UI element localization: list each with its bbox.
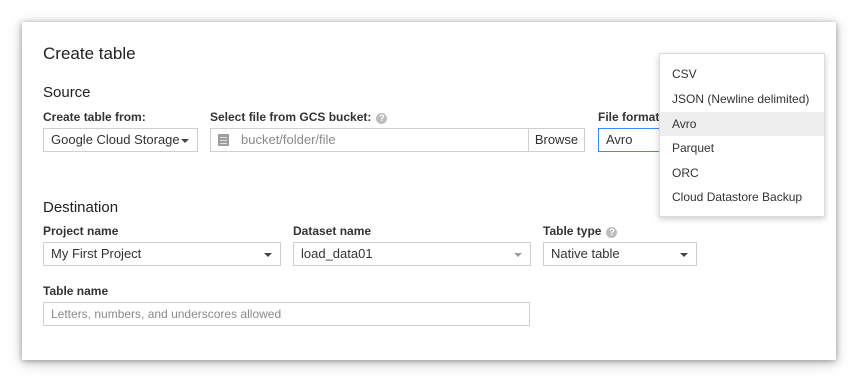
project-name-label: Project name: [43, 224, 119, 238]
menu-item-json[interactable]: JSON (Newline delimited): [660, 87, 824, 111]
gcs-path-input[interactable]: bucket/folder/file Browse: [210, 128, 585, 152]
chevron-down-icon: [680, 253, 688, 257]
menu-item-csv[interactable]: CSV: [660, 62, 824, 86]
chevron-down-icon: [264, 253, 272, 257]
file-format-menu: CSV JSON (Newline delimited) Avro Parque…: [659, 53, 825, 217]
gcs-label: Select file from GCS bucket:?: [210, 110, 388, 124]
menu-item-avro[interactable]: Avro: [660, 112, 824, 136]
table-name-input[interactable]: Letters, numbers, and underscores allowe…: [43, 302, 530, 326]
chevron-down-icon: [514, 253, 522, 257]
create-from-label: Create table from:: [43, 110, 146, 124]
menu-item-parquet[interactable]: Parquet: [660, 136, 824, 160]
menu-item-orc[interactable]: ORC: [660, 161, 824, 185]
table-type-select[interactable]: Native table: [543, 242, 697, 266]
chevron-down-icon: [181, 139, 189, 143]
gcs-path-placeholder: bucket/folder/file: [241, 132, 336, 147]
dataset-name-select[interactable]: load_data01: [293, 242, 531, 266]
table-type-label: Table type?: [543, 224, 618, 238]
file-format-label: File format:: [598, 110, 664, 124]
file-icon: [218, 134, 229, 146]
help-icon[interactable]: ?: [606, 227, 618, 238]
destination-heading: Destination: [43, 199, 119, 216]
gcs-label-text: Select file from GCS bucket:: [210, 110, 372, 124]
browse-button[interactable]: Browse: [528, 129, 584, 151]
create-from-value: Google Cloud Storage: [51, 132, 180, 147]
file-format-value: Avro: [606, 132, 633, 147]
dataset-name-value: load_data01: [301, 246, 373, 261]
source-heading: Source: [43, 84, 91, 101]
create-from-select[interactable]: Google Cloud Storage: [43, 128, 198, 152]
file-format-select[interactable]: Avro: [598, 128, 668, 152]
project-name-select[interactable]: My First Project: [43, 242, 281, 266]
project-name-value: My First Project: [51, 246, 142, 261]
menu-item-datastore-backup[interactable]: Cloud Datastore Backup: [660, 185, 824, 209]
help-icon[interactable]: ?: [376, 113, 388, 124]
table-name-label: Table name: [43, 284, 109, 298]
table-name-placeholder: Letters, numbers, and underscores allowe…: [51, 307, 282, 321]
table-type-label-text: Table type: [543, 224, 602, 238]
page-title: Create table: [43, 44, 136, 63]
dataset-name-label: Dataset name: [293, 224, 372, 238]
table-type-value: Native table: [551, 246, 620, 261]
